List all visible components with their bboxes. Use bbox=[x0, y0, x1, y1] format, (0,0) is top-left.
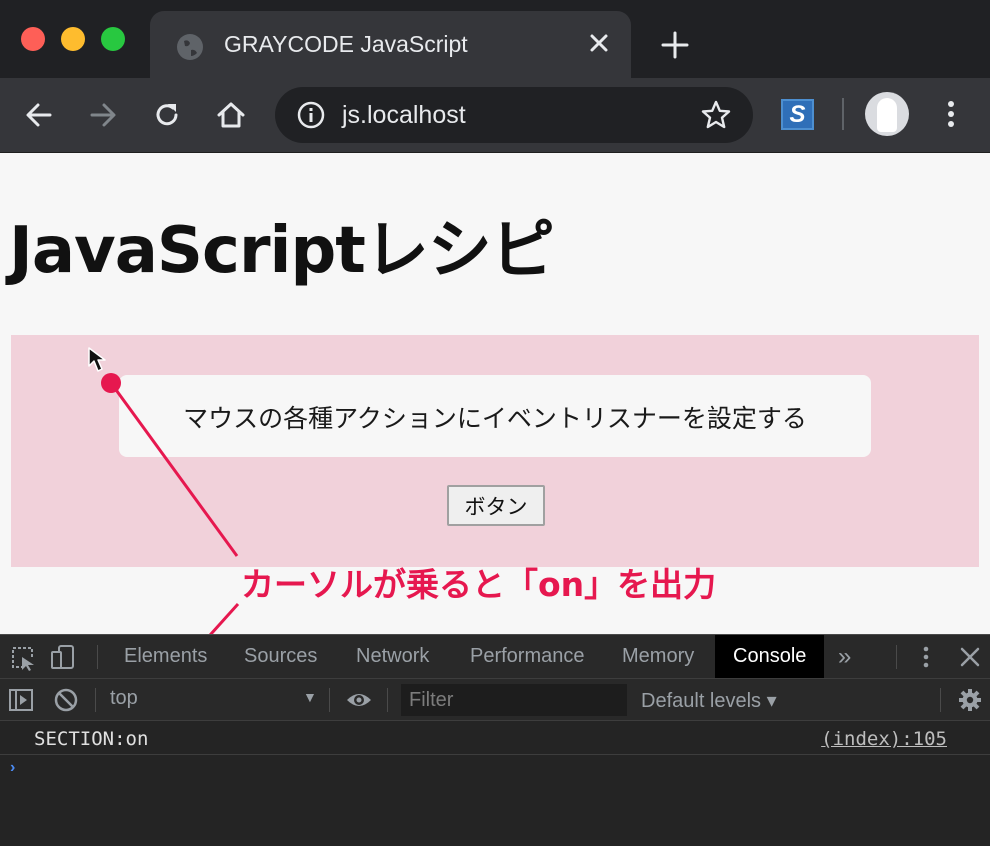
devtools-menu-icon[interactable] bbox=[913, 644, 939, 670]
console-settings-gear-icon[interactable] bbox=[957, 687, 983, 713]
console-log-source-link[interactable]: (index):105 bbox=[821, 728, 947, 750]
mouse-cursor-icon bbox=[88, 347, 106, 372]
new-tab-plus-icon[interactable] bbox=[660, 30, 690, 60]
description-text: マウスの各種アクションにイベントリスナーを設定する bbox=[183, 404, 807, 433]
address-bar[interactable]: js.localhost bbox=[275, 87, 753, 143]
more-tabs-chevron-icon[interactable]: » bbox=[838, 635, 851, 678]
close-devtools-icon[interactable] bbox=[957, 644, 983, 670]
log-levels-dropdown[interactable]: Default levels ▾ bbox=[641, 688, 777, 713]
context-dropdown-arrow-icon[interactable]: ▼ bbox=[303, 689, 317, 705]
home-icon[interactable] bbox=[215, 99, 247, 131]
reload-icon[interactable] bbox=[151, 99, 183, 131]
tab-elements[interactable]: Elements bbox=[124, 635, 207, 678]
star-icon[interactable] bbox=[700, 99, 732, 131]
kebab-menu-icon[interactable] bbox=[936, 98, 966, 130]
devtools-divider bbox=[95, 688, 96, 712]
tab-strip: GRAYCODE JavaScript bbox=[0, 0, 990, 78]
devtools-divider bbox=[387, 688, 388, 712]
page-title: JavaScriptレシピ bbox=[9, 214, 555, 288]
extension-s-icon[interactable]: S bbox=[781, 99, 814, 130]
devtools-divider bbox=[940, 688, 941, 712]
tab-memory[interactable]: Memory bbox=[622, 635, 694, 678]
tab-console[interactable]: Console bbox=[715, 635, 825, 678]
annotation-callout: カーソルが乗ると「on」を出力 bbox=[241, 565, 717, 604]
globe-icon bbox=[177, 34, 203, 60]
devtools-divider bbox=[896, 645, 897, 669]
browser-toolbar: js.localhost S bbox=[0, 78, 990, 152]
browser-tab[interactable]: GRAYCODE JavaScript bbox=[150, 11, 631, 78]
hover-section[interactable]: マウスの各種アクションにイベントリスナーを設定する ボタン bbox=[11, 335, 979, 567]
avatar-figure-icon bbox=[877, 98, 897, 132]
context-selector[interactable]: top bbox=[110, 687, 138, 710]
device-toolbar-icon[interactable] bbox=[50, 644, 76, 670]
devtools-divider bbox=[329, 688, 330, 712]
url-text[interactable]: js.localhost bbox=[342, 101, 466, 130]
console-prompt-chevron-icon[interactable]: › bbox=[10, 759, 15, 777]
show-sidebar-icon[interactable] bbox=[8, 687, 34, 713]
back-arrow-icon[interactable] bbox=[23, 99, 55, 131]
forward-arrow-icon[interactable] bbox=[87, 99, 119, 131]
tab-performance[interactable]: Performance bbox=[470, 635, 585, 678]
live-expression-eye-icon[interactable] bbox=[346, 687, 372, 713]
description-box: マウスの各種アクションにイベントリスナーを設定する bbox=[119, 375, 871, 457]
demo-button[interactable]: ボタン bbox=[447, 485, 545, 526]
extension-s-letter: S bbox=[783, 101, 812, 128]
tab-title: GRAYCODE JavaScript bbox=[224, 31, 468, 57]
console-log-row: SECTION:on (index):105 bbox=[0, 721, 990, 755]
inspect-element-icon[interactable] bbox=[10, 645, 36, 671]
console-toolbar: top ▼ Default levels ▾ bbox=[0, 679, 990, 721]
toolbar-divider bbox=[842, 98, 844, 130]
devtools-tab-bar: Elements Sources Network Performance Mem… bbox=[0, 635, 990, 679]
profile-avatar[interactable] bbox=[865, 92, 909, 136]
tab-sources[interactable]: Sources bbox=[244, 635, 317, 678]
info-icon[interactable] bbox=[296, 100, 326, 130]
window-close-button[interactable] bbox=[21, 27, 45, 51]
clear-console-icon[interactable] bbox=[53, 687, 79, 713]
tab-network[interactable]: Network bbox=[356, 635, 429, 678]
window-maximize-button[interactable] bbox=[101, 27, 125, 51]
console-log-message: SECTION:on bbox=[34, 728, 149, 750]
devtools-divider bbox=[97, 645, 98, 669]
close-icon[interactable] bbox=[587, 31, 611, 55]
window-minimize-button[interactable] bbox=[61, 27, 85, 51]
devtools-panel: Elements Sources Network Performance Mem… bbox=[0, 634, 990, 846]
console-filter-input[interactable] bbox=[401, 684, 627, 716]
